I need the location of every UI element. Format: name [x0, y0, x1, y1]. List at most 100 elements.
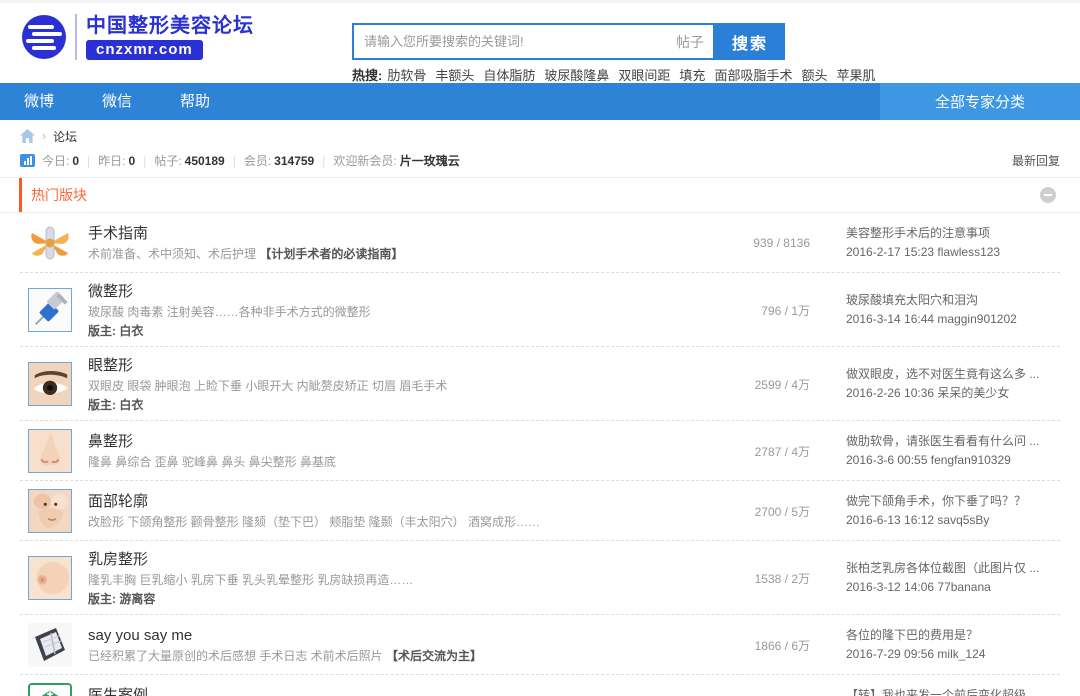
breast-icon [28, 556, 72, 600]
section-title: 热门版块 [31, 185, 87, 205]
description-segment: 隆乳丰胸 巨乳缩小 乳房下垂 乳头乳晕整形 乳房缺损再造…… [88, 573, 413, 587]
latest-post-title[interactable]: 做肋软骨，请张医生看看有什么问 ... [846, 432, 1060, 451]
forum-latest-post: 美容整形手术后的注意事项 2016-2-17 15:23 flawless123 [846, 224, 1060, 262]
latest-post-meta[interactable]: 2016-3-6 00:55 fengfan910329 [846, 451, 1060, 470]
forum-title[interactable]: say you say me [88, 625, 706, 646]
forum-counts: 939 / 8136 [706, 236, 810, 250]
latest-post-meta[interactable]: 2016-2-17 15:23 flawless123 [846, 243, 1060, 262]
forum-row: 乳房整形 隆乳丰胸 巨乳缩小 乳房下垂 乳头乳晕整形 乳房缺损再造…… 版主: … [20, 541, 1060, 615]
globe-logo-icon [20, 13, 68, 61]
nav-items: 微博微信帮助 [0, 83, 234, 120]
hot-search-term[interactable]: 双眼间距 [618, 68, 670, 83]
moderator-label: 版主: [88, 324, 116, 338]
forum-row: 微整形 玻尿酸 肉毒素 注射美容……各种非手术方式的微整形 版主: 白衣 796… [20, 273, 1060, 347]
home-icon[interactable] [20, 129, 35, 143]
forum-counts: 796 / 1万 [706, 302, 810, 319]
hot-search-term[interactable]: 额头 [801, 68, 827, 83]
forum-counts: 1538 / 2万 [706, 570, 810, 587]
stat-value: 314759 [274, 154, 314, 168]
latest-post-meta[interactable]: 2016-2-26 10:36 呆呆的美少女 [846, 384, 1060, 403]
forum-counts: 2787 / 4万 [706, 443, 810, 460]
nav-item[interactable]: 帮助 [156, 83, 234, 120]
stat-separator: | [233, 154, 236, 168]
latest-post-title[interactable]: 美容整形手术后的注意事项 [846, 224, 1060, 243]
forum-description: 改脸形 下颌角整形 颧骨整形 隆颏（垫下巴） 颊脂垫 隆颞（丰太阳穴） 酒窝成形… [88, 513, 706, 531]
hot-search-term[interactable]: 自体脂肪 [483, 68, 535, 83]
breadcrumb-separator: › [42, 129, 46, 143]
stat-label: 会员: [244, 154, 271, 168]
forum-row: 面部轮廓 改脸形 下颌角整形 颧骨整形 隆颏（垫下巴） 颊脂垫 隆颞（丰太阳穴）… [20, 481, 1060, 541]
latest-post-title[interactable]: 做双眼皮，选不对医生竟有这么多 ... [846, 365, 1060, 384]
forum-counts: 2700 / 5万 [706, 503, 810, 520]
collapse-icon[interactable] [1040, 187, 1056, 203]
stat-label: 帖子: [154, 154, 181, 168]
site-title: 中国整形美容论坛 [86, 14, 254, 38]
description-segment: 【术后交流为主】 [386, 649, 482, 663]
forum-counts: 2599 / 4万 [706, 376, 810, 393]
forum-moderator[interactable]: 版主: 游离容 [88, 590, 706, 607]
search-bar: 帖子 搜索 [352, 23, 785, 60]
moderator-name[interactable]: 白衣 [119, 398, 143, 412]
bar-chart-icon [20, 154, 35, 167]
forum-latest-post: 做双眼皮，选不对医生竟有这么多 ... 2016-2-26 10:36 呆呆的美… [846, 365, 1060, 403]
moderator-name[interactable]: 白衣 [119, 324, 143, 338]
forum-title[interactable]: 鼻整形 [88, 431, 706, 452]
latest-post-title[interactable]: 张柏芝乳房各体位截图（此图片仅 ... [846, 559, 1060, 578]
hot-search-term[interactable]: 丰额头 [435, 68, 474, 83]
latest-reply-link[interactable]: 最新回复 [1012, 152, 1060, 169]
hot-search-term[interactable]: 玻尿酸隆鼻 [544, 68, 609, 83]
forum-moderator[interactable]: 版主: 白衣 [88, 322, 706, 339]
forum-row: 鼻整形 隆鼻 鼻综合 歪鼻 驼峰鼻 鼻头 鼻尖整形 鼻基底 2787 / 4万 … [20, 421, 1060, 481]
hot-search-term[interactable]: 肋软骨 [387, 68, 426, 83]
stat-label: 欢迎新会员: [333, 154, 396, 168]
latest-post-meta[interactable]: 2016-3-12 14:06 77banana [846, 578, 1060, 597]
forum-title[interactable]: 眼整形 [88, 355, 706, 376]
forum-title[interactable]: 医生案例 [88, 685, 706, 696]
notebook-icon [28, 623, 72, 667]
latest-post-title[interactable]: 【转】我也来发一个前后变化超级 ... [846, 686, 1060, 696]
main-navbar: 微博微信帮助 全部专家分类 [0, 83, 1080, 120]
forum-description: 隆乳丰胸 巨乳缩小 乳房下垂 乳头乳晕整形 乳房缺损再造…… [88, 571, 706, 589]
site-logo[interactable]: 中国整形美容论坛 cnzxmr.com [20, 13, 254, 61]
latest-post-title[interactable]: 各位的隆下巴的费用是？ [846, 626, 1060, 645]
forum-latest-post: 做肋软骨，请张医生看看有什么问 ... 2016-3-6 00:55 fengf… [846, 432, 1060, 470]
latest-post-meta[interactable]: 2016-7-29 09:56 milk_124 [846, 645, 1060, 664]
description-segment: 玻尿酸 肉毒素 注射美容……各种非手术方式的微整形 [88, 305, 371, 319]
site-domain: cnzxmr.com [86, 40, 203, 60]
stat-label: 今日: [42, 154, 69, 168]
latest-post-title[interactable]: 做完下颌角手术，你下垂了吗？？ [846, 492, 1060, 511]
search-button[interactable]: 搜索 [715, 23, 785, 60]
hot-search-term[interactable]: 苹果肌 [836, 68, 875, 83]
stat-separator: | [322, 154, 325, 168]
forum-latest-post: 【转】我也来发一个前后变化超级 ... 2016-1-22 19:52 wx_P… [846, 686, 1060, 696]
forum-list: 手术指南 术前准备、术中须知、术后护理 【计划手术者的必读指南】 939 / 8… [0, 213, 1080, 696]
hot-search-term[interactable]: 面部吸脂手术 [714, 68, 792, 83]
hot-search-line: 热搜:肋软骨丰额头自体脂肪玻尿酸隆鼻双眼间距填充面部吸脂手术额头苹果肌 [352, 65, 884, 84]
forum-latest-post: 做完下颌角手术，你下垂了吗？？ 2016-6-13 16:12 savq5sBy [846, 492, 1060, 530]
forum-title[interactable]: 乳房整形 [88, 549, 706, 570]
forum-description: 隆鼻 鼻综合 歪鼻 驼峰鼻 鼻头 鼻尖整形 鼻基底 [88, 453, 706, 471]
latest-post-meta[interactable]: 2016-6-13 16:12 savq5sBy [846, 511, 1060, 530]
forum-title[interactable]: 手术指南 [88, 223, 706, 244]
latest-post-title[interactable]: 玻尿酸填充太阳穴和泪沟 [846, 291, 1060, 310]
moderator-name[interactable]: 游离容 [119, 592, 155, 606]
stats-bar: 今日:0|昨日:0|帖子:450189|会员:314759|欢迎新会员:片一玫瑰… [0, 149, 1080, 172]
forum-moderator[interactable]: 版主: 白衣 [88, 396, 706, 413]
forum-row: say you say me 已经积累了大量原创的术后感想 手术日志 术前术后照… [20, 615, 1060, 675]
stat-separator: | [87, 154, 90, 168]
forum-title[interactable]: 面部轮廓 [88, 491, 706, 512]
syringe-icon [28, 288, 72, 332]
latest-post-meta[interactable]: 2016-3-14 16:44 maggin901202 [846, 310, 1060, 329]
forum-title[interactable]: 微整形 [88, 281, 706, 302]
nav-item[interactable]: 微信 [78, 83, 156, 120]
breadcrumb-forum[interactable]: 论坛 [53, 128, 77, 145]
expert-category-button[interactable]: 全部专家分类 [880, 83, 1080, 120]
stat-label: 昨日: [98, 154, 125, 168]
forum-description: 玻尿酸 肉毒素 注射美容……各种非手术方式的微整形 [88, 303, 706, 321]
hot-search-term[interactable]: 填充 [679, 68, 705, 83]
nav-item[interactable]: 微博 [0, 83, 78, 120]
stat-value: 0 [129, 154, 136, 168]
search-input[interactable] [354, 25, 667, 58]
search-scope-select[interactable]: 帖子 [667, 25, 713, 58]
eye-icon [28, 362, 72, 406]
